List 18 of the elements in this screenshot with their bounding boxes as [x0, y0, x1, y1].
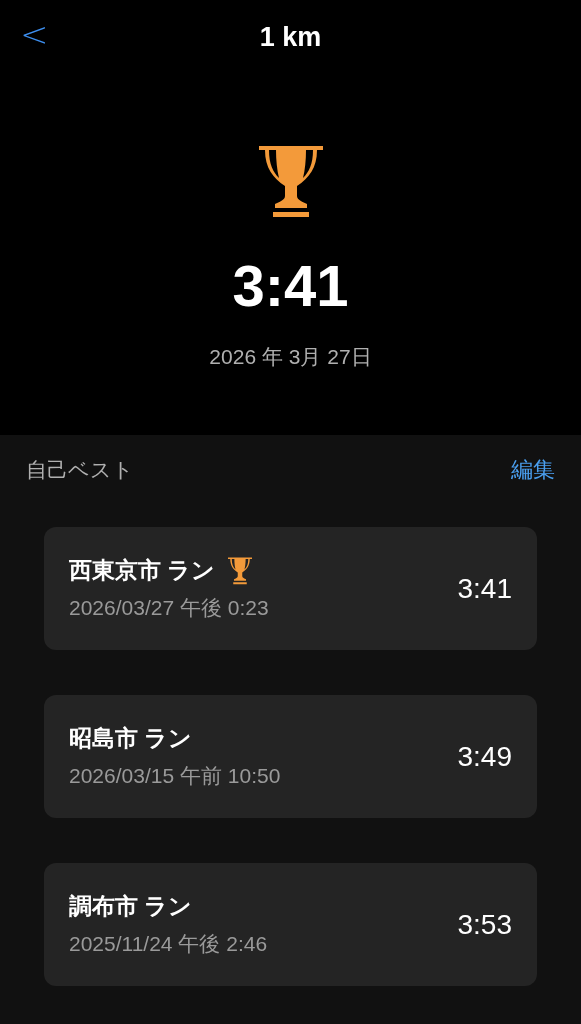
record-date: 2026 年 3月 27日 — [209, 344, 372, 370]
run-datetime: 2025/11/24 午後 2:46 — [69, 931, 268, 957]
section-title: 自己ベスト — [26, 457, 134, 483]
record-card[interactable]: 昭島市 ラン 2026/03/15 午前 10:50 3:49 — [44, 695, 537, 818]
run-time: 3:41 — [457, 572, 512, 605]
screen-title: 1 km — [259, 21, 322, 53]
run-datetime: 2026/03/27 午後 0:23 — [69, 595, 269, 621]
run-time: 3:49 — [457, 740, 512, 773]
run-name: 調布市 ラン — [69, 892, 193, 921]
record-card[interactable]: 西東京市 ラン 2026/03/27 午後 0:23 3:41 — [44, 527, 537, 650]
best-time: 3:41 — [232, 252, 349, 319]
run-datetime: 2026/03/15 午前 10:50 — [69, 763, 281, 789]
record-card[interactable]: 調布市 ラン 2025/11/24 午後 2:46 3:53 — [44, 863, 537, 986]
edit-button[interactable]: 編集 — [511, 455, 555, 485]
back-button[interactable]: < — [14, 14, 55, 54]
run-name: 西東京市 ラン — [69, 556, 216, 585]
run-time: 3:53 — [457, 908, 512, 941]
run-name: 昭島市 ラン — [69, 724, 193, 753]
